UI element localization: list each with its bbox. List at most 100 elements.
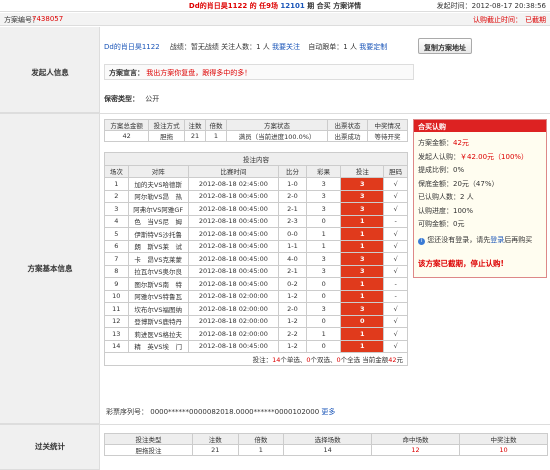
autofollow-count: 1 人 [343, 43, 357, 51]
current-amount: 42 [388, 355, 397, 364]
match-header: 胆码 [383, 164, 408, 178]
summary-cell: 等待开奖 [366, 130, 409, 142]
issue-number[interactable]: 12101 [280, 2, 304, 10]
match-bet: 3 [340, 302, 385, 316]
custom-follow-link[interactable]: 我要定制 [359, 43, 387, 51]
stats-sidebar: 过关统计 [0, 424, 100, 470]
match-teams: 拉瓦尔VS奥尔良 [127, 264, 189, 278]
publish-time: 发起时间：2012-08-17 20:38:56 [436, 2, 546, 10]
match-time: 2012-08-18 00:45:00 [187, 202, 280, 216]
slogan-box: 方案宣言： 我出方案你复盘，跟得多中的多！ [104, 64, 414, 80]
match-score: 2-1 [278, 202, 307, 216]
stats-header: 投注类型 [104, 433, 193, 445]
match-teams: 阿弗尔VS阿雅GF [127, 202, 189, 216]
match-banker: √ [383, 327, 408, 341]
hemai-line-label: 认购进度： [418, 206, 453, 215]
hemai-line: 发起人认购：￥42.00元（100%） [418, 152, 528, 163]
summary-header: 注数 [183, 119, 206, 131]
match-banker: √ [383, 339, 408, 353]
title-suffix: 期 合买 方案详情 [307, 2, 362, 10]
summary-cell: 21 [183, 130, 206, 142]
followers-label: 关注人数： [221, 43, 257, 51]
match-teams: 坎布尔VS福图纳 [127, 302, 189, 316]
match-row: 10 阿雅尔VS特鲁瓦 2012-08-18 02:00:00 1-2 0 1- [104, 289, 408, 303]
stats-cell: 12 [371, 444, 460, 456]
hemai-line-label: 提成比例： [418, 166, 453, 174]
match-result: 3 [305, 177, 342, 191]
ticket-value: 0000******0000082018.0000******000010200… [150, 408, 320, 416]
stats-cell: 14 [283, 444, 373, 456]
match-result: 0 [305, 214, 342, 228]
login-link[interactable]: 登录 [490, 236, 504, 244]
hemai-line-label: 发起人认购： [418, 152, 460, 161]
match-score: 2-0 [278, 302, 307, 316]
hemai-line-value: 42元 [453, 139, 469, 147]
match-time: 2012-08-18 00:45:00 [187, 264, 280, 278]
match-index: 9 [104, 277, 129, 291]
match-result: 1 [305, 327, 342, 341]
title-prefix: Dd的肖日昊1122 的 任9场 [188, 2, 278, 10]
match-header: 对阵 [127, 164, 189, 178]
hemai-line-value: 0% [453, 166, 465, 174]
login-text: 您还没有登录，请先 [427, 236, 491, 244]
match-row: 6朗 斯VS莱 试 2012-08-18 00:45:00 1-1 1 1 √ [104, 239, 408, 253]
match-teams: 色 当VS尼 姆 [127, 214, 189, 228]
summary-header: 投注方式 [148, 119, 185, 131]
privacy-label: 保密类型： [104, 95, 139, 103]
match-header: 彩果 [305, 164, 342, 178]
bet-content-title: 投注内容 [104, 152, 408, 166]
match-index: 10 [104, 289, 129, 303]
hemai-line: 认购进度：100% [418, 206, 473, 217]
stats-row: 胆拖投注 21 1 14 12 10 [104, 444, 548, 456]
singles-label: 个单选、 [280, 355, 307, 364]
matches-body: 1 加的夫VS哈德斯 2012-08-18 02:45:00 1-0 3 3 √ 2 阿尔勒VS… [104, 177, 408, 353]
match-index: 13 [104, 327, 129, 341]
match-row: 1 加的夫VS哈德斯 2012-08-18 02:45:00 1-0 3 3 √ [104, 177, 408, 191]
match-teams: 图尔斯VS南 特 [127, 277, 189, 291]
autofollow-label: 自动跟单： [308, 43, 344, 51]
match-banker: √ [383, 239, 408, 253]
privacy-row: 保密类型： 公开 [104, 94, 159, 104]
sub-header: 方案编号： 7438057 认购截止时间： 已截期 [0, 13, 550, 26]
bet-content-title-row: 投注内容 [104, 152, 408, 166]
match-time: 2012-08-18 02:00:00 [187, 314, 280, 328]
match-score: 0-2 [278, 277, 307, 291]
match-score: 2-2 [278, 327, 307, 341]
match-index: 12 [104, 314, 129, 328]
stats-header: 注数 [191, 433, 239, 445]
match-teams: 伊斯特VS沙托鲁 [127, 227, 189, 241]
match-result: 0 [305, 289, 342, 303]
match-time: 2012-08-18 02:00:00 [187, 327, 280, 341]
stats-cell: 21 [191, 444, 239, 456]
match-index: 2 [104, 189, 129, 203]
summary-row: 42 胆拖 21 1 满员（当前进度100.0%） 出票成功 等待开奖 [103, 130, 409, 142]
stats-header: 命中场数 [371, 433, 460, 445]
summary-header: 倍数 [204, 119, 228, 131]
ticket-more-link[interactable]: 更多 [321, 408, 335, 416]
bet-summary-prefix: 投注： [252, 355, 273, 364]
stats-cell: 1 [237, 444, 285, 456]
summary-header-row: 方案总金额 投注方式 注数 倍数 方案状态 出票状态 中奖情况 [103, 119, 409, 131]
match-score: 1-2 [278, 339, 307, 353]
match-score: 1-1 [278, 239, 307, 253]
match-time: 2012-08-18 00:45:00 [187, 252, 280, 266]
closed-notice: 该方案已截期，停止认购! [418, 259, 504, 268]
match-header: 比赛时间 [187, 164, 280, 178]
match-index: 4 [104, 214, 129, 228]
hemai-line-label: 已认购人数： [418, 193, 460, 201]
stats-header: 选择场数 [283, 433, 373, 445]
match-score: 2-0 [278, 189, 307, 203]
match-teams: 阿尔勒VS昂 热 [127, 189, 189, 203]
copy-url-button[interactable]: 复制方案地址 [418, 38, 472, 54]
follow-link[interactable]: 我要关注 [272, 43, 300, 51]
bet-content-table: 投注内容 场次 对阵 比赛时间 比分 彩果 投注 胆码 1 加的夫VS哈德斯 201… [104, 152, 408, 366]
hemai-line-label: 可购金额： [418, 220, 453, 228]
match-index: 7 [104, 252, 129, 266]
match-result: 3 [305, 202, 342, 216]
hemai-line: 已认购人数：2 人 [418, 192, 474, 203]
match-index: 11 [104, 302, 129, 316]
initiator-username[interactable]: Dd的肖日昊1122 [104, 43, 160, 51]
match-bet: 3 [340, 264, 385, 278]
hemai-line-value: 2 人 [460, 193, 474, 201]
summary-cell: 42 [103, 130, 150, 142]
